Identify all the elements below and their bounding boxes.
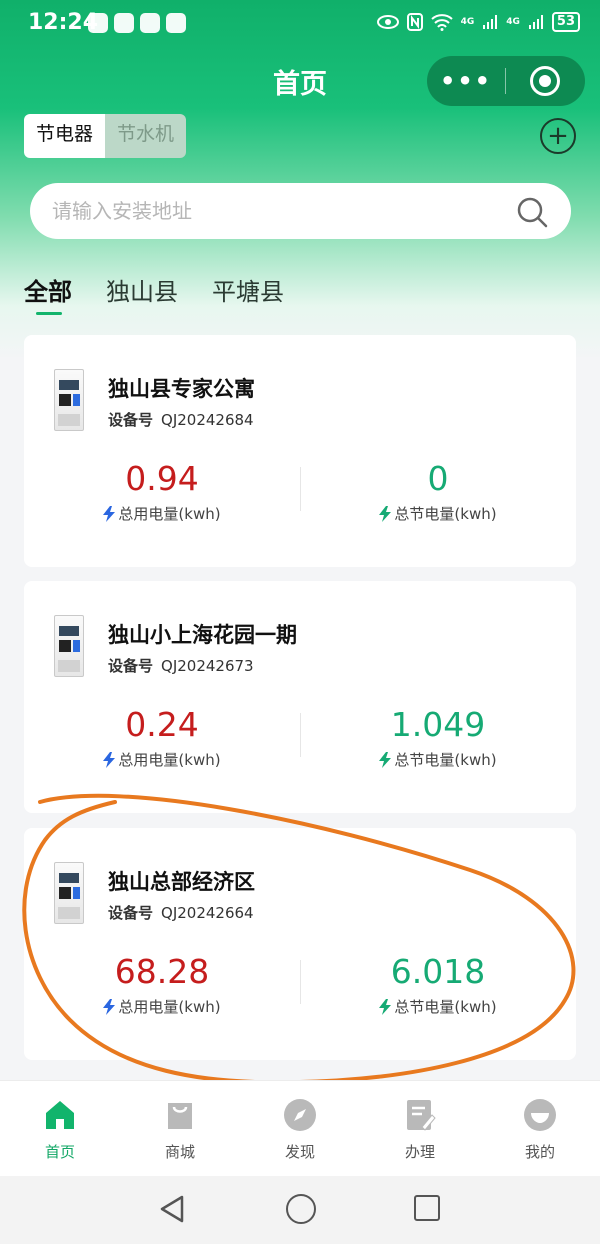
status-app-icons — [88, 13, 186, 33]
device-number: 设备号 QJ20242684 — [108, 409, 254, 430]
total-usage-stat: 68.28 总用电量(kwh) — [24, 952, 300, 1017]
device-card[interactable]: 独山总部经济区 设备号 QJ20242664 68.28 总用电量(kwh) 6.… — [24, 828, 576, 1060]
device-card[interactable]: 独山县专家公寓 设备号 QJ20242684 0.94 总用电量(kwh) 0 总… — [24, 335, 576, 567]
device-number-label: 设备号 — [108, 904, 154, 922]
total-saved-value: 0 — [427, 459, 449, 498]
total-saved-label: 总节电量(kwh) — [394, 751, 497, 769]
total-usage-stat: 0.24 总用电量(kwh) — [24, 705, 300, 770]
tab-all[interactable]: 全部 — [24, 272, 72, 315]
region-tabs: 全部 独山县 平塘县 — [24, 272, 284, 315]
lightning-icon — [379, 505, 392, 522]
tabbar-label: 我的 — [524, 1143, 555, 1161]
network-type-2: 4G — [506, 17, 520, 27]
tab-dushan[interactable]: 独山县 — [106, 272, 178, 307]
compass-icon — [284, 1099, 316, 1131]
battery-indicator: 53 — [551, 12, 580, 32]
search-bar — [30, 183, 571, 239]
home-circle-icon[interactable] — [286, 1194, 316, 1224]
total-usage-label: 总用电量(kwh) — [118, 751, 221, 769]
device-location-name: 独山县专家公寓 — [108, 377, 255, 401]
plus-icon: + — [547, 121, 569, 151]
tabbar-label: 商城 — [164, 1143, 195, 1161]
tabbar-item-handle[interactable]: 办理 — [360, 1081, 480, 1176]
lightning-icon — [379, 751, 392, 768]
search-input[interactable] — [52, 183, 512, 239]
total-saved-value: 1.049 — [390, 705, 486, 744]
meter-device-image — [54, 862, 84, 924]
system-navigation-bar — [0, 1176, 600, 1244]
meter-device-image — [54, 369, 84, 431]
total-saved-stat: 6.018 总节电量(kwh) — [300, 952, 576, 1017]
back-icon[interactable] — [158, 1194, 186, 1224]
device-number-value: QJ20242684 — [161, 411, 254, 429]
device-number-value: QJ20242673 — [161, 657, 254, 675]
more-dots-icon[interactable]: ••• — [427, 56, 505, 106]
device-card[interactable]: 独山小上海花园一期 设备号 QJ20242673 0.24 总用电量(kwh) 1… — [24, 581, 576, 813]
total-usage-label: 总用电量(kwh) — [118, 505, 221, 523]
nfc-icon — [406, 13, 423, 31]
shopping-bag-icon — [168, 1103, 192, 1129]
total-usage-value: 0.94 — [125, 459, 199, 498]
eye-icon — [376, 15, 399, 29]
tabbar-label: 发现 — [284, 1143, 315, 1161]
tabbar-item-mine[interactable]: 我的 — [480, 1081, 600, 1176]
home-icon — [46, 1101, 74, 1129]
add-device-button[interactable]: + — [540, 118, 576, 154]
mini-program-capsule: ••• — [427, 56, 585, 106]
tabbar-label: 办理 — [404, 1143, 435, 1161]
lightning-icon — [379, 998, 392, 1015]
app-notification-icon — [140, 13, 160, 33]
device-location-name: 独山总部经济区 — [108, 870, 255, 894]
signal-icon — [483, 15, 498, 29]
total-usage-stat: 0.94 总用电量(kwh) — [24, 459, 300, 524]
wifi-icon — [430, 14, 453, 31]
device-location-name: 独山小上海花园一期 — [108, 623, 297, 647]
profile-icon — [524, 1099, 556, 1131]
device-type-toggle: 节电器 节水机 — [24, 114, 187, 158]
tabbar-item-home[interactable]: 首页 — [0, 1081, 120, 1176]
device-number: 设备号 QJ20242673 — [108, 655, 254, 676]
lightning-icon — [103, 998, 116, 1015]
app-notification-icon — [88, 13, 108, 33]
tab-pingtang[interactable]: 平塘县 — [212, 272, 284, 307]
segment-power-saver[interactable]: 节电器 — [24, 114, 106, 158]
network-type-1: 4G — [460, 17, 475, 27]
status-bar: 12:24 4G 4G 53 — [0, 0, 600, 46]
total-saved-stat: 0 总节电量(kwh) — [300, 459, 576, 524]
total-usage-label: 总用电量(kwh) — [118, 998, 221, 1016]
tabbar-label: 首页 — [44, 1143, 75, 1161]
device-number-label: 设备号 — [108, 411, 154, 429]
target-icon[interactable] — [506, 66, 584, 96]
total-usage-value: 0.24 — [125, 705, 199, 744]
tabbar-item-mall[interactable]: 商城 — [120, 1081, 240, 1176]
edit-document-icon — [407, 1100, 436, 1131]
total-saved-label: 总节电量(kwh) — [394, 505, 497, 523]
app-notification-icon — [166, 13, 186, 33]
bottom-tab-bar: 首页 商城 发现 办理 我的 — [0, 1080, 600, 1176]
total-saved-stat: 1.049 总节电量(kwh) — [300, 705, 576, 770]
total-saved-label: 总节电量(kwh) — [394, 998, 497, 1016]
lightning-icon — [103, 751, 116, 768]
total-saved-value: 6.018 — [390, 952, 486, 991]
segment-water-saver[interactable]: 节水机 — [105, 114, 187, 158]
app-notification-icon — [114, 13, 134, 33]
device-number-value: QJ20242664 — [161, 904, 254, 922]
tabbar-item-discover[interactable]: 发现 — [240, 1081, 360, 1176]
search-icon[interactable] — [515, 195, 549, 229]
meter-device-image — [54, 615, 84, 677]
device-number: 设备号 QJ20242664 — [108, 902, 254, 923]
lightning-icon — [103, 505, 116, 522]
device-number-label: 设备号 — [108, 657, 154, 675]
total-usage-value: 68.28 — [114, 952, 210, 991]
signal-icon — [528, 15, 543, 29]
recent-apps-icon[interactable] — [414, 1195, 440, 1221]
status-indicators: 4G 4G 53 — [376, 12, 580, 32]
